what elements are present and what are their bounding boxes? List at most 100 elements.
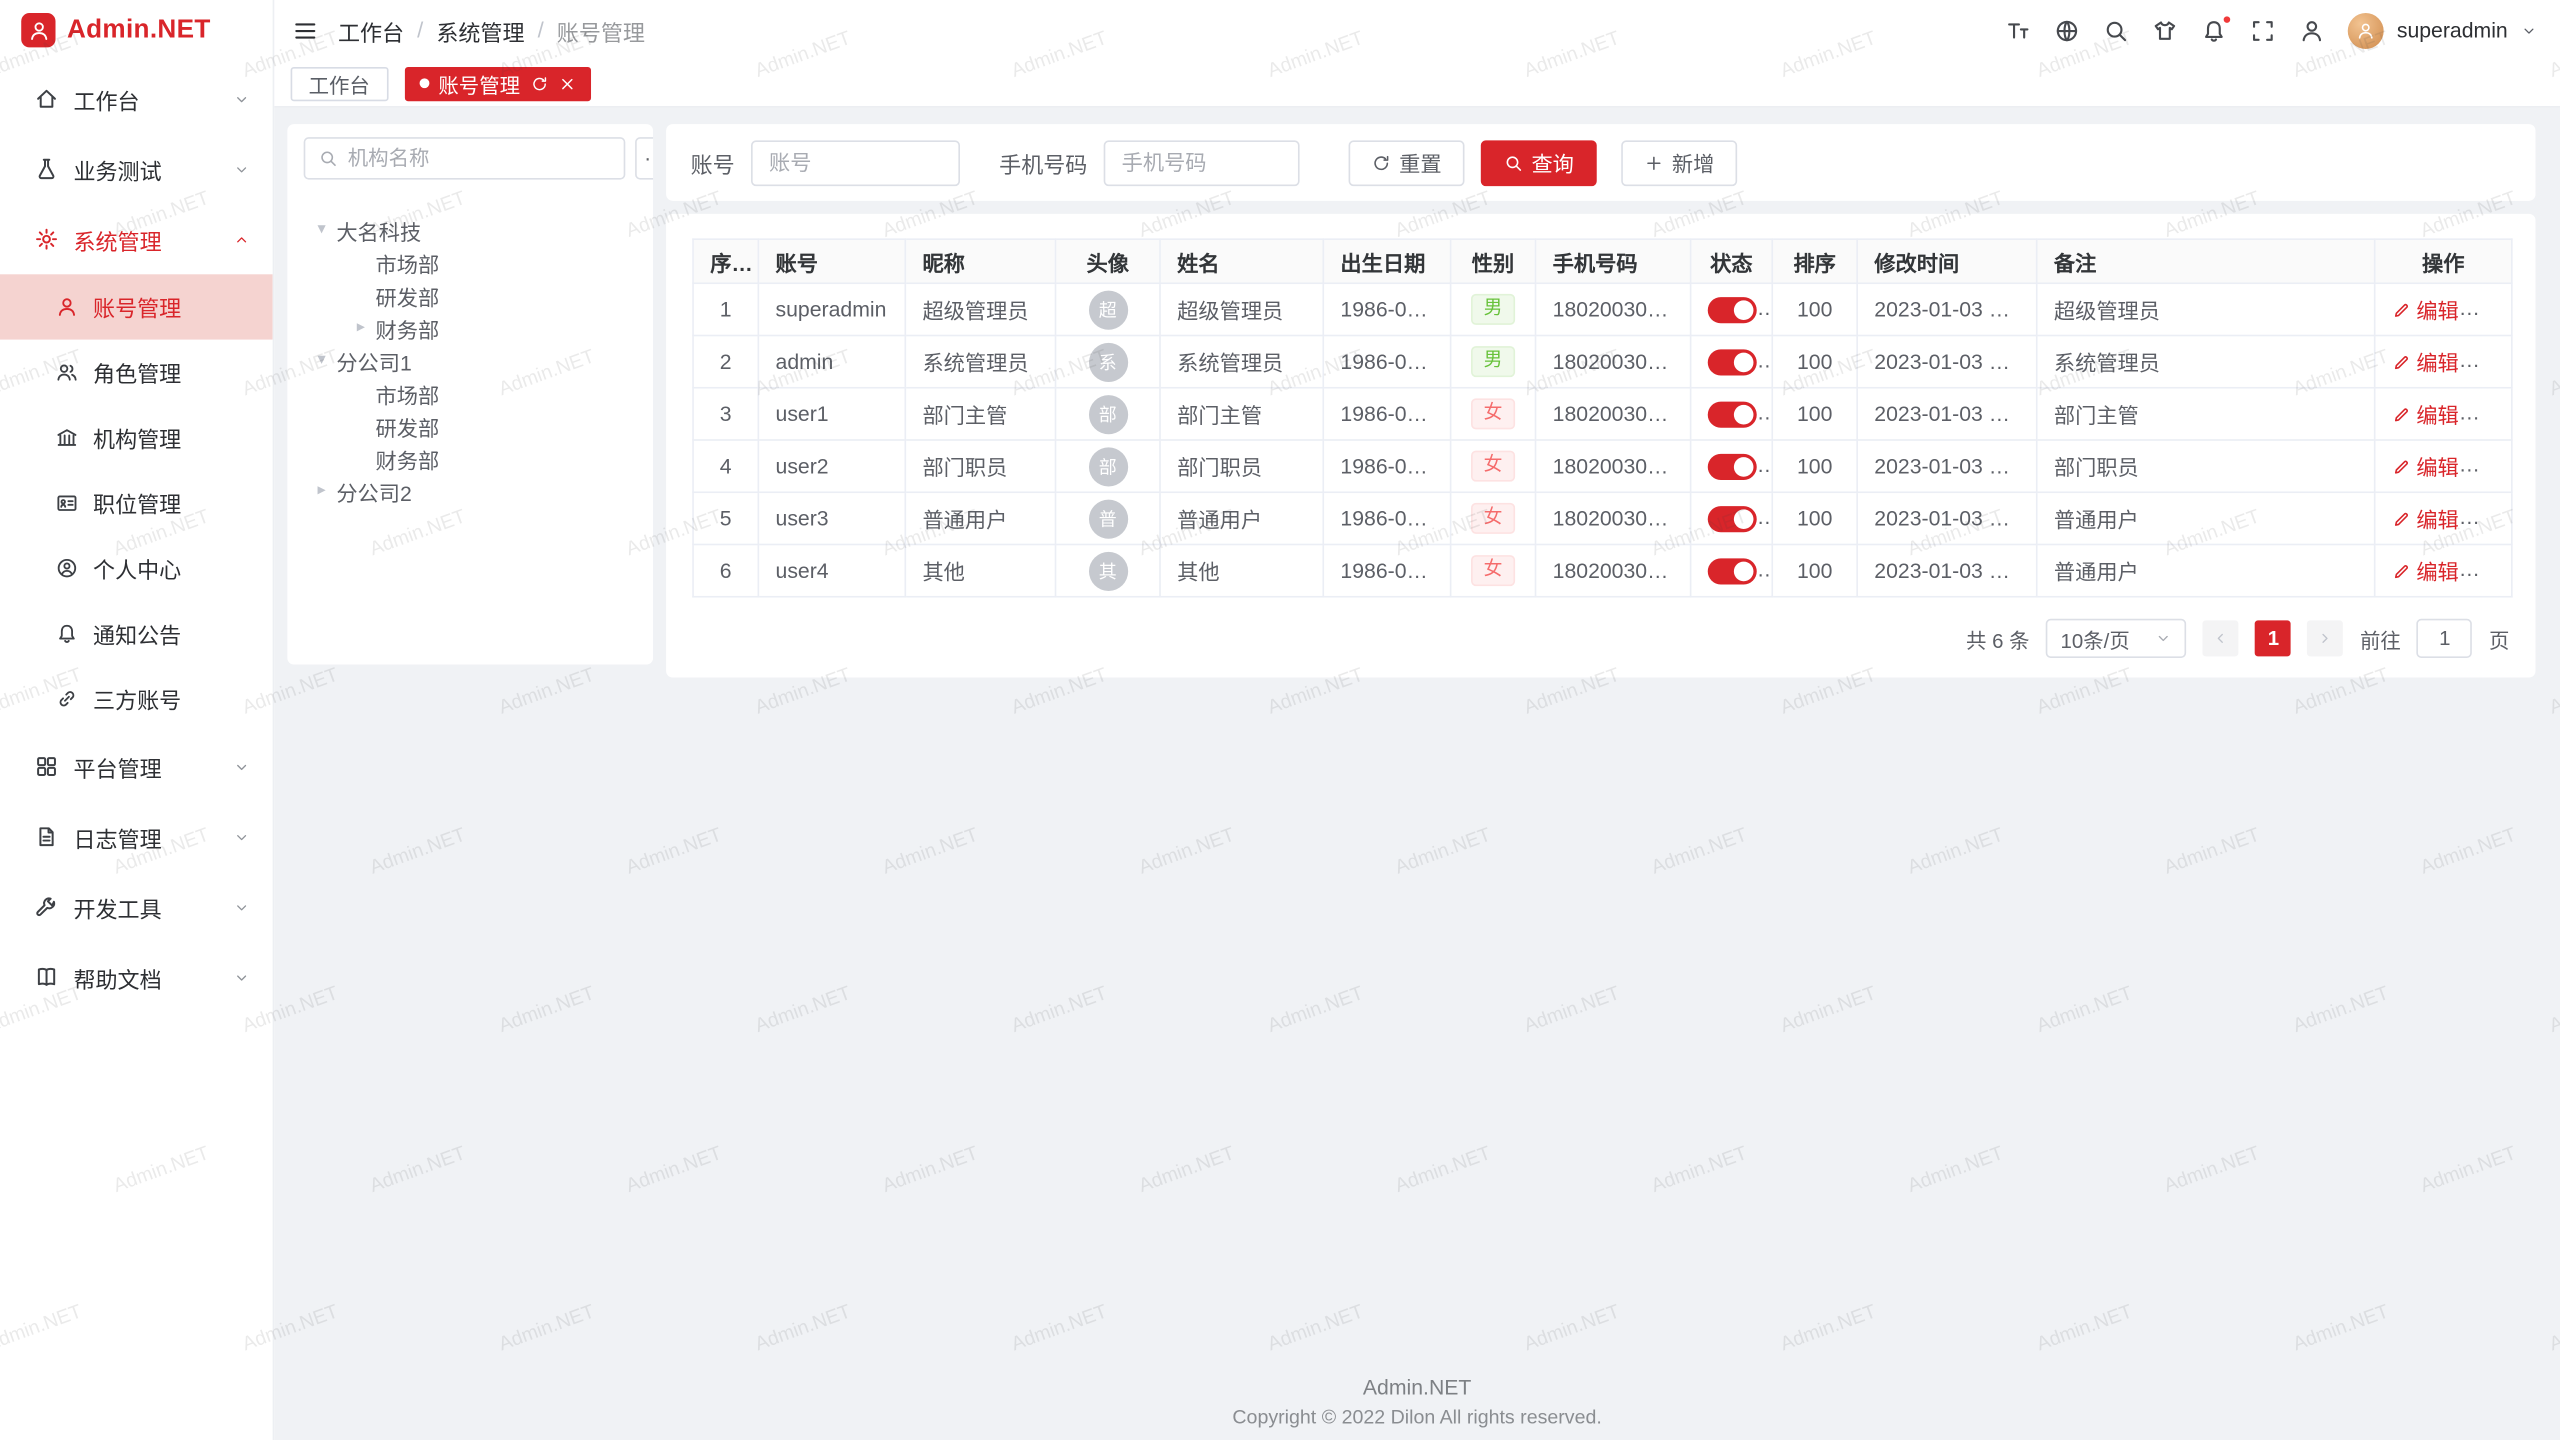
page-number-current[interactable]: 1 (2255, 620, 2291, 656)
tree-node[interactable]: ▾分公司1 (287, 344, 653, 377)
logo[interactable]: Admin.NET (0, 0, 273, 60)
cell-name: 部门主管 (1160, 388, 1323, 440)
collapse-menu-icon[interactable] (292, 17, 318, 43)
col-birthdate: 出生日期 (1323, 239, 1450, 283)
status-toggle[interactable] (1708, 558, 1757, 584)
sidebar-item-help-docs[interactable]: 帮助文档 (0, 942, 273, 1012)
row-more-button[interactable]: ··· (2477, 558, 2503, 582)
row-avatar: 系 (1088, 342, 1127, 381)
tree-node[interactable]: 市场部 (287, 247, 653, 280)
close-tab-icon[interactable] (558, 74, 576, 92)
text-size-icon[interactable] (2005, 17, 2031, 43)
caret-right-icon[interactable]: ▸ (349, 320, 372, 336)
account-input[interactable] (751, 140, 960, 186)
sidebar-item-organization-management[interactable]: 机构管理 (0, 405, 273, 470)
edit-button[interactable]: 编辑 (2392, 294, 2459, 325)
row-more-button[interactable]: ··· (2477, 349, 2503, 373)
caret-down-icon[interactable]: ▾ (310, 222, 333, 238)
sidebar-item-system-management[interactable]: 系统管理 (0, 204, 273, 274)
search-icon[interactable] (2103, 17, 2129, 43)
sidebar-item-personal-center[interactable]: 个人中心 (0, 536, 273, 601)
chevron-down-icon (233, 758, 249, 774)
tree-node[interactable]: 研发部 (287, 279, 653, 312)
avatar[interactable] (2348, 12, 2384, 48)
row-more-button[interactable]: ··· (2477, 454, 2503, 478)
sidebar-item-thirdparty-account[interactable]: 三方账号 (0, 666, 273, 731)
cell-remark: 普通用户 (2037, 544, 2375, 596)
row-more-button[interactable]: ··· (2477, 402, 2503, 426)
breadcrumb-item[interactable]: 工作台 (338, 14, 404, 47)
tree-node[interactable]: ▸财务部 (287, 312, 653, 345)
prev-page-button[interactable] (2203, 620, 2239, 656)
col-modified: 修改时间 (1857, 239, 2037, 283)
content-area: ··· ▾大名科技 市场部 研发部 ▸财务部 ▾分公司1 市场部 研发部 财务部… (274, 108, 2560, 1440)
cell-modified: 2023-01-03 10:59:44 (1857, 544, 2037, 596)
edit-button[interactable]: 编辑 (2392, 555, 2459, 586)
sidebar-item-role-management[interactable]: 角色管理 (0, 340, 273, 405)
status-toggle[interactable] (1708, 506, 1757, 532)
cell-ops: 编辑 ··· (2375, 544, 2512, 596)
theme-skin-icon[interactable] (2152, 17, 2178, 43)
sidebar-item-log-management[interactable]: 日志管理 (0, 802, 273, 872)
tree-node[interactable]: ▾大名科技 (287, 214, 653, 247)
sidebar-item-business-test[interactable]: 业务测试 (0, 134, 273, 204)
reset-button[interactable]: 重置 (1349, 140, 1465, 186)
status-toggle[interactable] (1708, 297, 1757, 323)
edit-button[interactable]: 编辑 (2392, 346, 2459, 377)
refresh-tab-icon[interactable] (530, 74, 548, 92)
org-search-input[interactable] (348, 147, 611, 170)
tree-node[interactable]: 财务部 (287, 442, 653, 475)
tree-node[interactable]: 市场部 (287, 377, 653, 410)
account-label: 账号 (691, 146, 735, 179)
sidebar-item-label: 日志管理 (73, 820, 161, 853)
tab-account-management[interactable]: 账号管理 (404, 66, 590, 100)
cell-gender: 女 (1451, 388, 1536, 440)
cell-avatar: 普 (1056, 492, 1160, 544)
phone-input[interactable] (1104, 140, 1300, 186)
chevron-down-icon[interactable] (2521, 22, 2537, 38)
tree-node[interactable]: 研发部 (287, 410, 653, 443)
tree-node[interactable]: ▸分公司2 (287, 475, 653, 508)
toggle-knob (1734, 509, 1754, 529)
sidebar-item-dev-tools[interactable]: 开发工具 (0, 872, 273, 942)
status-toggle[interactable] (1708, 401, 1757, 427)
profile-icon[interactable] (2299, 17, 2325, 43)
tree-more-button[interactable]: ··· (635, 137, 653, 179)
tree-node-label: 大名科技 (333, 215, 421, 246)
caret-right-icon[interactable]: ▸ (310, 483, 333, 499)
sidebar-item-workbench[interactable]: 工作台 (0, 64, 273, 134)
row-more-button[interactable]: ··· (2477, 297, 2503, 321)
status-toggle[interactable] (1708, 349, 1757, 375)
caret-down-icon[interactable]: ▾ (310, 353, 333, 369)
username[interactable]: superadmin (2397, 18, 2508, 42)
tab-workbench[interactable]: 工作台 (291, 66, 388, 100)
notification-bell-icon[interactable] (2201, 17, 2227, 43)
cell-sort: 100 (1772, 283, 1857, 335)
sidebar-item-notice-announcement[interactable]: 通知公告 (0, 601, 273, 666)
col-remark: 备注 (2037, 239, 2375, 283)
page-size-select[interactable]: 10条/页 (2046, 619, 2187, 658)
row-more-button[interactable]: ··· (2477, 506, 2503, 530)
pagination: 共 6 条 10条/页 1 前往 页 (692, 619, 2509, 658)
language-globe-icon[interactable] (2054, 17, 2080, 43)
search-button[interactable]: 查询 (1481, 140, 1597, 186)
fullscreen-icon[interactable] (2250, 17, 2276, 43)
toggle-knob (1734, 405, 1754, 425)
cell-birthdate: 1986-06-28 (1323, 440, 1450, 492)
status-toggle[interactable] (1708, 454, 1757, 480)
sidebar-menu: 工作台 业务测试 系统管理 账号管理 角色管理 (0, 60, 273, 1440)
chevron-up-icon (233, 231, 249, 247)
goto-page-input[interactable] (2417, 619, 2473, 658)
edit-button[interactable]: 编辑 (2392, 451, 2459, 482)
add-button[interactable]: 新增 (1621, 140, 1737, 186)
cell-ops: 编辑 ··· (2375, 440, 2512, 492)
sidebar-item-platform-management[interactable]: 平台管理 (0, 731, 273, 801)
edit-button[interactable]: 编辑 (2392, 503, 2459, 534)
logo-icon (21, 13, 55, 47)
sidebar-item-position-management[interactable]: 职位管理 (0, 470, 273, 535)
edit-button[interactable]: 编辑 (2392, 398, 2459, 429)
breadcrumb-item[interactable]: 系统管理 (436, 14, 524, 47)
next-page-button[interactable] (2308, 620, 2344, 656)
sidebar-item-account-management[interactable]: 账号管理 (0, 274, 273, 339)
cell-status (1691, 388, 1773, 440)
